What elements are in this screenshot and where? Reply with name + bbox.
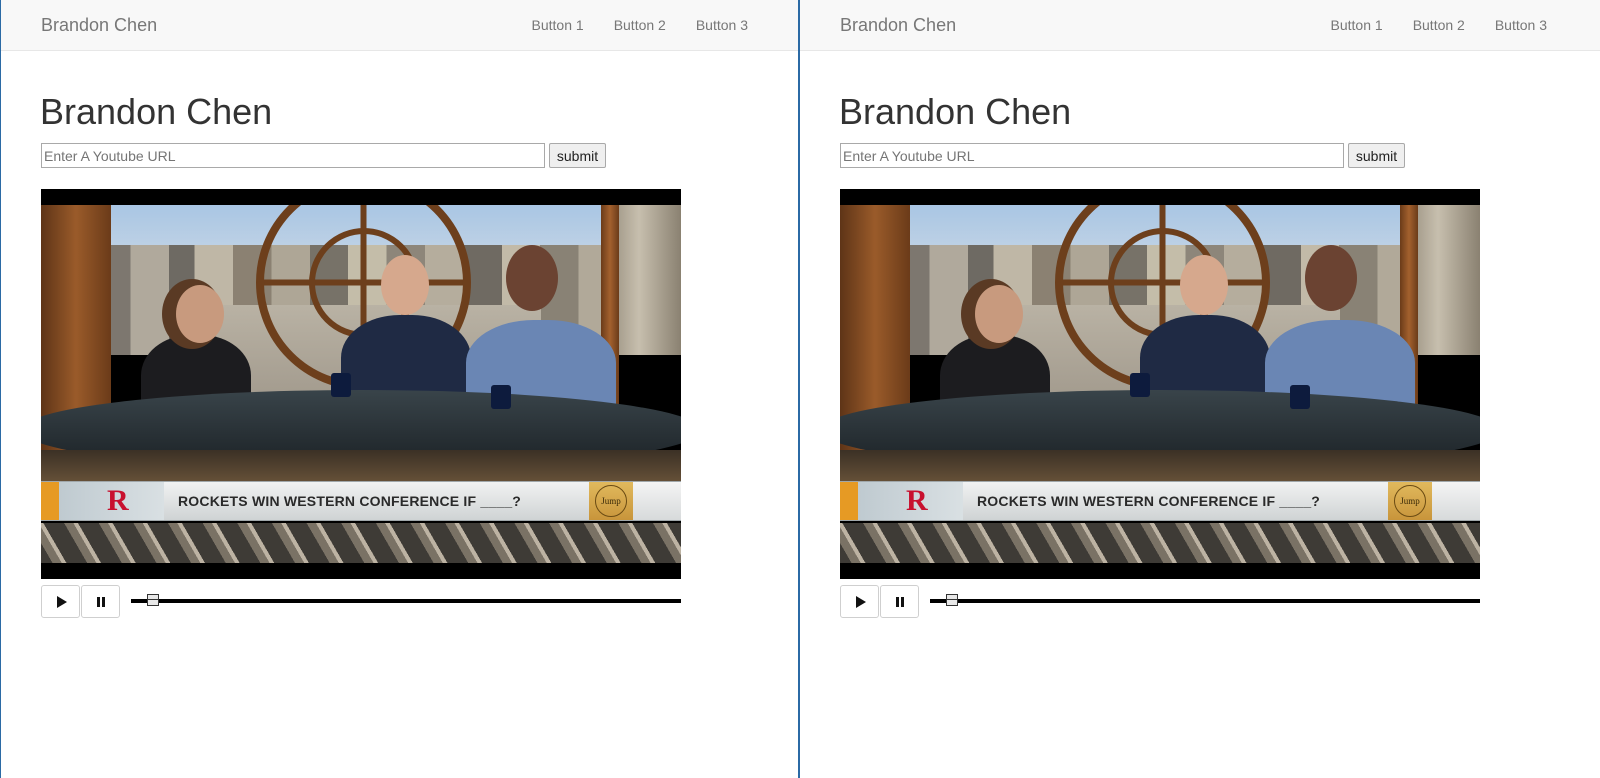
video-frame: R ROCKETS WIN WESTERN CONFERENCE IF ____… xyxy=(41,205,681,563)
page-title: Brandon Chen xyxy=(839,91,1072,132)
navbar: Brandon Chen Button 1 Button 2 Button 3 xyxy=(1,0,798,51)
video-headline: ROCKETS WIN WESTERN CONFERENCE IF ____? xyxy=(178,493,522,509)
seek-bar[interactable] xyxy=(930,594,1480,606)
navbar-brand[interactable]: Brandon Chen xyxy=(41,15,157,35)
youtube-url-input[interactable] xyxy=(840,143,1344,168)
pause-button[interactable] xyxy=(880,585,919,618)
right-pane: Brandon Chen Button 1 Button 2 Button 3 … xyxy=(800,0,1600,778)
video-player[interactable]: R ROCKETS WIN WESTERN CONFERENCE IF ____… xyxy=(41,189,681,579)
play-icon xyxy=(856,595,866,608)
scene-tower xyxy=(1410,205,1480,355)
youtube-url-input[interactable] xyxy=(41,143,545,168)
rockets-logo: R xyxy=(107,484,129,517)
lower-third-banner: R ROCKETS WIN WESTERN CONFERENCE IF ____… xyxy=(41,481,681,521)
lower-third-banner: R ROCKETS WIN WESTERN CONFERENCE IF ____… xyxy=(840,481,1480,521)
navbar-brand[interactable]: Brandon Chen xyxy=(840,15,956,35)
mug xyxy=(1130,373,1150,397)
nav-links: Button 1 Button 2 Button 3 xyxy=(502,0,748,50)
play-button[interactable] xyxy=(840,585,879,618)
scene-floor xyxy=(41,523,681,563)
nav-button-3[interactable]: Button 3 xyxy=(1495,17,1547,33)
video-player[interactable]: R ROCKETS WIN WESTERN CONFERENCE IF ____… xyxy=(840,189,1480,579)
host-1-head xyxy=(176,285,224,343)
seek-bar[interactable] xyxy=(131,594,681,606)
the-jump-logo: Jump xyxy=(1394,485,1426,517)
rockets-logo: R xyxy=(906,484,928,517)
host-2-head xyxy=(381,255,429,315)
page-title: Brandon Chen xyxy=(40,91,273,132)
nav-button-2[interactable]: Button 2 xyxy=(614,17,666,33)
pause-icon xyxy=(895,596,904,607)
play-button[interactable] xyxy=(41,585,80,618)
the-jump-logo: Jump xyxy=(595,485,627,517)
nav-button-2[interactable]: Button 2 xyxy=(1413,17,1465,33)
navbar: Brandon Chen Button 1 Button 2 Button 3 xyxy=(800,0,1600,51)
pause-icon xyxy=(96,596,105,607)
nav-button-1[interactable]: Button 1 xyxy=(1331,17,1383,33)
nav-button-3[interactable]: Button 3 xyxy=(696,17,748,33)
seek-thumb[interactable] xyxy=(147,594,159,606)
scene-floor xyxy=(840,523,1480,563)
host-2-head xyxy=(1180,255,1228,315)
host-3-head xyxy=(506,245,558,311)
pause-button[interactable] xyxy=(81,585,120,618)
scene-tower xyxy=(611,205,681,355)
seek-thumb[interactable] xyxy=(946,594,958,606)
video-frame: R ROCKETS WIN WESTERN CONFERENCE IF ____… xyxy=(840,205,1480,563)
nav-button-1[interactable]: Button 1 xyxy=(532,17,584,33)
submit-button[interactable]: submit xyxy=(1348,143,1405,168)
mug xyxy=(331,373,351,397)
left-pane: Brandon Chen Button 1 Button 2 Button 3 … xyxy=(0,0,800,778)
mug xyxy=(491,385,511,409)
mug xyxy=(1290,385,1310,409)
nav-links: Button 1 Button 2 Button 3 xyxy=(1301,0,1547,50)
submit-button[interactable]: submit xyxy=(549,143,606,168)
play-icon xyxy=(57,595,67,608)
video-headline: ROCKETS WIN WESTERN CONFERENCE IF ____? xyxy=(977,493,1321,509)
host-1-head xyxy=(975,285,1023,343)
host-3-head xyxy=(1305,245,1357,311)
